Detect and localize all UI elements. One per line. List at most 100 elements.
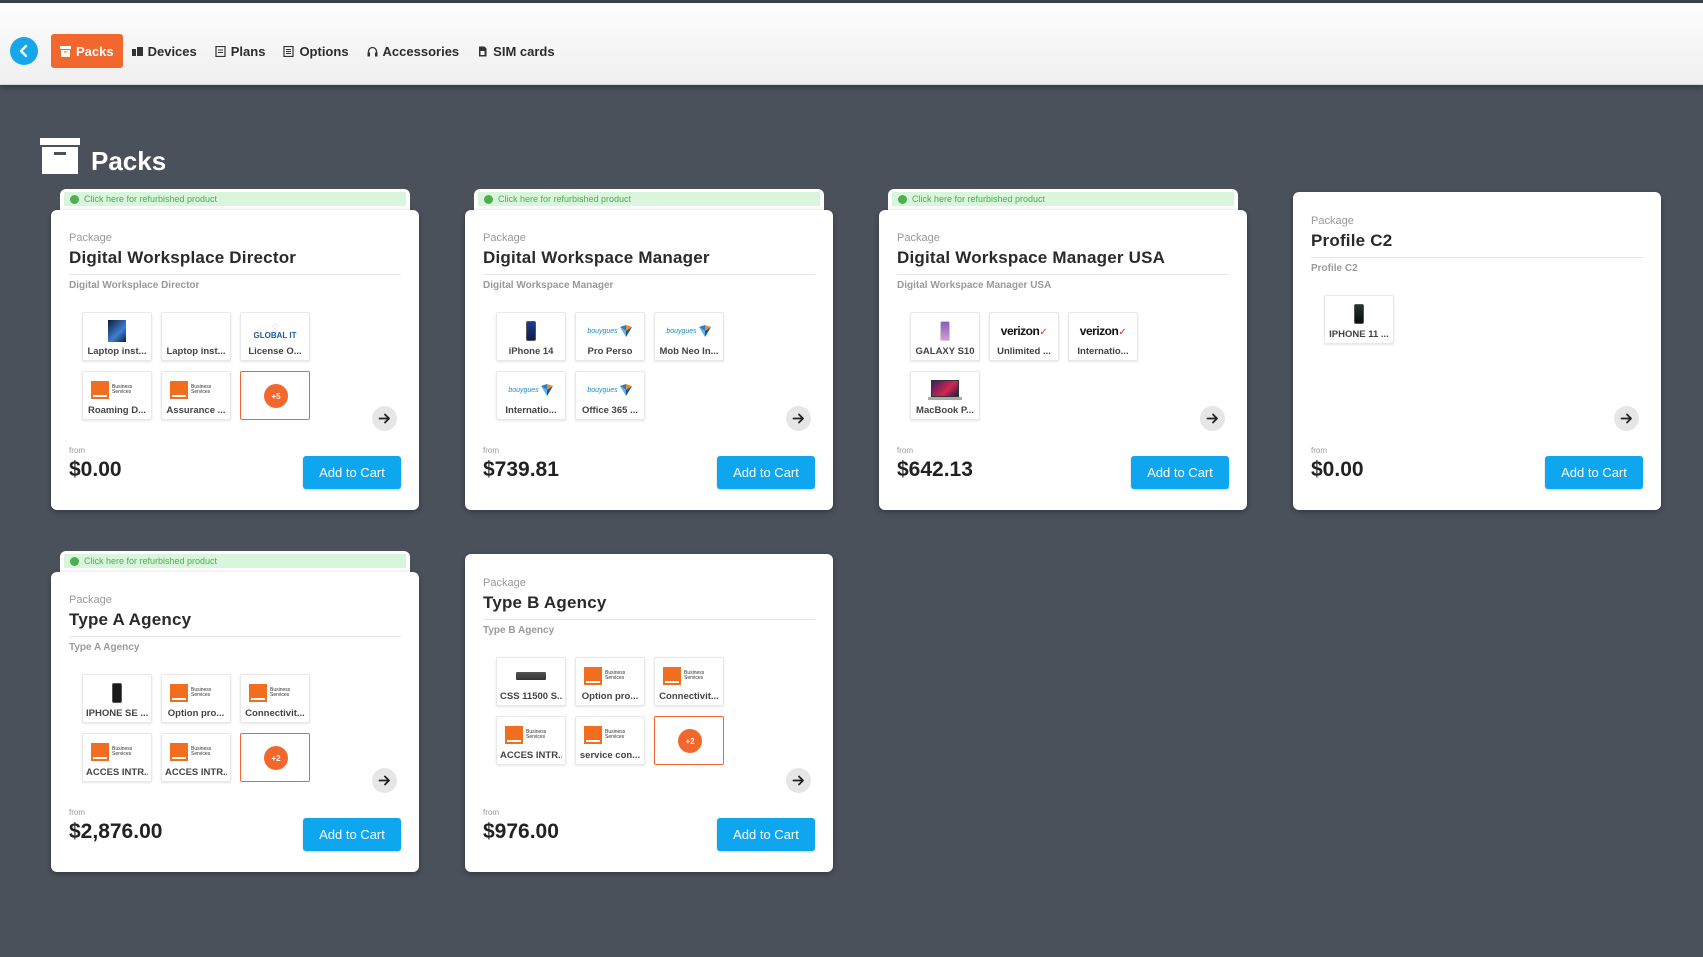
nav-item-sim-cards[interactable]: SIM cards — [468, 34, 563, 68]
package-label: Package — [69, 594, 112, 606]
more-items-button[interactable]: +5 — [240, 371, 310, 420]
refurbished-text: Click here for refurbished product — [912, 194, 1046, 204]
add-to-cart-button[interactable]: Add to Cart — [303, 456, 401, 489]
view-pack-button[interactable] — [786, 768, 811, 793]
more-items-button[interactable]: +2 — [240, 733, 310, 782]
navbar: Packs Devices Plans Options Accessories … — [0, 3, 1703, 85]
package-item[interactable]: Business Services Option pro... — [161, 674, 231, 723]
package-item[interactable]: Laptop inst... — [82, 312, 152, 361]
item-thumbnail — [497, 664, 565, 688]
item-label: ACCES INTR... — [165, 767, 227, 778]
item-label: Office 365 ... — [582, 405, 638, 416]
package-item[interactable]: iPhone 14 — [496, 312, 566, 361]
package-item[interactable]: GALAXY S10 — [910, 312, 980, 361]
package-item[interactable]: IPHONE SE ... — [82, 674, 152, 723]
arrow-right-icon — [1620, 413, 1632, 424]
nav-item-accessories[interactable]: Accessories — [358, 34, 469, 68]
view-pack-button[interactable] — [372, 406, 397, 431]
item-thumbnail — [1325, 302, 1393, 326]
item-label: MacBook P... — [916, 405, 974, 416]
view-pack-button[interactable] — [372, 768, 397, 793]
nav-item-plans[interactable]: Plans — [206, 34, 275, 68]
item-thumbnail: Business Services — [576, 664, 644, 688]
package-item[interactable]: Business Services ACCES INTR... — [161, 733, 231, 782]
package-label: Package — [1311, 215, 1354, 227]
nav-item-options[interactable]: Options — [274, 34, 357, 68]
nav-item-packs[interactable]: Packs — [51, 34, 123, 68]
package-item[interactable]: bouygues Mob Neo In... — [654, 312, 724, 361]
package-item[interactable]: Laptop inst... — [161, 312, 231, 361]
package-name: Type A Agency — [69, 610, 192, 629]
nav-label-plans: Plans — [230, 43, 266, 59]
item-label: IPHONE SE ... — [86, 708, 148, 719]
divider — [69, 636, 401, 637]
nav-label-sim-cards: SIM cards — [493, 43, 555, 59]
recycle-icon — [70, 556, 79, 566]
more-items-button[interactable]: +2 — [654, 716, 724, 765]
item-thumbnail — [83, 319, 151, 343]
pack-price: $976.00 — [483, 820, 559, 843]
refurbished-link[interactable]: Click here for refurbished product — [478, 192, 820, 206]
nav-item-devices[interactable]: Devices — [123, 34, 206, 68]
package-item[interactable]: Business Services Connectivit... — [654, 657, 724, 706]
macbook-image — [928, 380, 962, 400]
add-to-cart-button[interactable]: Add to Cart — [1545, 456, 1643, 489]
refurbished-tab[interactable]: Click here for refurbished product — [60, 551, 410, 573]
add-to-cart-button[interactable]: Add to Cart — [717, 818, 815, 851]
item-label: License O... — [248, 346, 302, 357]
package-item[interactable]: IPHONE 11 ... — [1324, 295, 1394, 344]
package-name: Digital Worksplace Director — [69, 248, 297, 267]
more-count: +5 — [264, 384, 288, 408]
view-pack-button[interactable] — [1614, 406, 1639, 431]
package-subtitle: Digital Workspace Manager — [483, 280, 614, 291]
package-item[interactable]: bouygues Office 365 ... — [575, 371, 645, 420]
item-thumbnail: Business Services — [576, 723, 644, 747]
sim-card-icon — [479, 46, 487, 56]
item-label: ACCES INTR... — [86, 767, 148, 778]
recycle-icon — [898, 194, 907, 204]
orange-business-logo: Business Services — [91, 381, 143, 399]
item-thumbnail: Business Services — [497, 723, 565, 747]
item-label: Connectivit... — [659, 691, 719, 702]
item-thumbnail: Business Services — [162, 378, 230, 402]
add-to-cart-button[interactable]: Add to Cart — [303, 818, 401, 851]
package-item[interactable]: verizon✓ Unlimited ... — [989, 312, 1059, 361]
refurbished-tab[interactable]: Click here for refurbished product — [60, 189, 410, 211]
arrow-right-icon — [1206, 413, 1218, 424]
item-label: GALAXY S10 — [915, 346, 975, 357]
nav-label-devices: Devices — [147, 43, 197, 59]
package-item[interactable]: Business Services Connectivit... — [240, 674, 310, 723]
item-thumbnail: Business Services — [162, 740, 230, 764]
view-pack-button[interactable] — [1200, 406, 1225, 431]
item-label: Option pro... — [581, 691, 639, 702]
package-label: Package — [69, 232, 112, 244]
add-to-cart-button[interactable]: Add to Cart — [717, 456, 815, 489]
refurbished-tab[interactable]: Click here for refurbished product — [474, 189, 824, 211]
package-item[interactable]: bouygues Internatio... — [496, 371, 566, 420]
package-items: Laptop inst... Laptop inst... ◌ GLOBAL IT Li… — [82, 312, 382, 420]
refurbished-link[interactable]: Click here for refurbished product — [64, 192, 406, 206]
view-pack-button[interactable] — [786, 406, 811, 431]
package-item[interactable]: verizon✓ Internatio... — [1068, 312, 1138, 361]
back-button[interactable] — [10, 37, 38, 65]
add-to-cart-button[interactable]: Add to Cart — [1131, 456, 1229, 489]
bouygues-logo: bouygues — [508, 383, 553, 397]
package-item[interactable]: Business Services ACCES INTR... — [496, 716, 566, 765]
refurbished-tab[interactable]: Click here for refurbished product — [888, 189, 1238, 211]
refurbished-link[interactable]: Click here for refurbished product — [892, 192, 1234, 206]
arrow-right-icon — [792, 413, 804, 424]
package-item[interactable]: Business Services Roaming D... — [82, 371, 152, 420]
item-thumbnail: ◌ GLOBAL IT — [241, 319, 309, 343]
package-item[interactable]: bouygues Pro Perso — [575, 312, 645, 361]
refurbished-link[interactable]: Click here for refurbished product — [64, 554, 406, 568]
package-item[interactable]: MacBook P... — [910, 371, 980, 420]
package-item[interactable]: Business Services Assurance ... — [161, 371, 231, 420]
laptop-product-image — [108, 320, 126, 342]
package-item[interactable]: ◌ GLOBAL IT License O... — [240, 312, 310, 361]
package-item[interactable]: Business Services ACCES INTR... — [82, 733, 152, 782]
package-subtitle: Digital Worksplace Director — [69, 280, 200, 291]
package-item[interactable]: Business Services service con... — [575, 716, 645, 765]
package-item[interactable]: Business Services Option pro... — [575, 657, 645, 706]
package-item[interactable]: CSS 11500 S... — [496, 657, 566, 706]
phone-image — [1354, 304, 1364, 324]
